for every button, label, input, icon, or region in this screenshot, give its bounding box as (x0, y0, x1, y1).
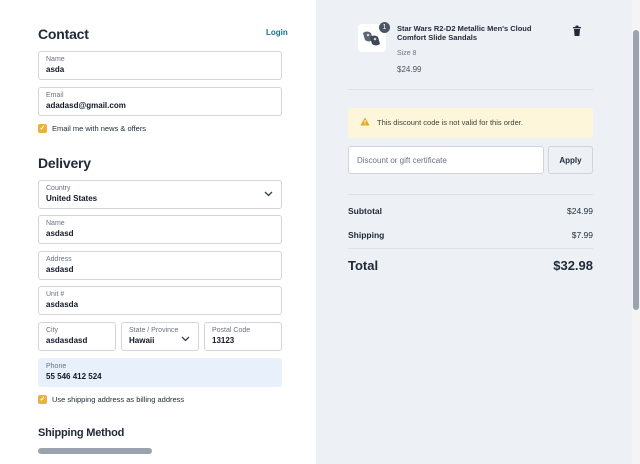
shipping-label: Shipping (348, 230, 385, 240)
trash-icon[interactable] (571, 24, 583, 36)
field-value: United States (46, 194, 98, 203)
phone-field[interactable]: Phone 55 546 412 524 (38, 358, 282, 387)
contact-name-field[interactable]: Name asda (38, 51, 282, 80)
billing-same-checkbox[interactable]: ✓ (38, 395, 47, 404)
field-value: 55 546 412 524 (46, 372, 102, 381)
total-label: Total (348, 258, 379, 273)
field-label: Phone (46, 363, 67, 370)
delivery-heading: Delivery (38, 155, 91, 171)
chevron-down-icon (264, 189, 273, 199)
field-value: 13123 (212, 336, 235, 345)
field-value: asdasdasd (46, 336, 88, 345)
field-value: asdasd (46, 265, 74, 274)
page-scrollbar[interactable] (632, 0, 640, 464)
field-value: adadasd@gmail.com (46, 101, 126, 110)
login-link[interactable]: Login (266, 28, 288, 37)
field-label: Unit # (46, 291, 65, 298)
alert-message: This discount code is not valid for this… (377, 118, 523, 127)
check-icon: ✓ (39, 125, 46, 132)
field-label: Email (46, 92, 64, 99)
product-title: Star Wars R2-D2 Metallic Men's Cloud Com… (397, 24, 532, 42)
newsletter-label: Email me with news & offers (52, 124, 147, 133)
check-icon: ✓ (39, 396, 46, 403)
shipping-method-heading: Shipping Method (38, 427, 125, 439)
delivery-name-field[interactable]: Name asdasd (38, 215, 282, 244)
billing-same-label: Use shipping address as billing address (52, 395, 185, 404)
warning-icon (360, 117, 370, 128)
contact-heading: Contact (38, 26, 89, 42)
discount-error-alert: This discount code is not valid for this… (348, 108, 593, 138)
total-value: $32.98 (553, 258, 593, 273)
field-label: Name (46, 220, 65, 227)
shipping-method-loading-bar (38, 448, 152, 454)
unit-field[interactable]: Unit # asdasda (38, 286, 282, 315)
quantity-badge: 1 (379, 22, 390, 33)
city-field[interactable]: City asdasdasd (38, 322, 116, 351)
field-label: City (46, 327, 59, 334)
discount-field[interactable] (348, 146, 544, 174)
shipping-value: $7.99 (571, 230, 593, 240)
field-value: asdasda (46, 300, 79, 309)
subtotal-value: $24.99 (567, 206, 593, 216)
field-label: Postal Code (212, 327, 251, 334)
field-label: Name (46, 56, 65, 63)
country-select[interactable]: Country United States (38, 180, 282, 209)
field-value: asda (46, 65, 65, 74)
apply-discount-button[interactable]: Apply (548, 146, 593, 174)
field-label: Address (46, 256, 72, 263)
chevron-down-icon (181, 334, 190, 344)
address-field[interactable]: Address asdasd (38, 251, 282, 280)
divider (348, 89, 593, 90)
divider (348, 194, 593, 195)
field-value: asdasd (46, 229, 74, 238)
field-label: Country (46, 185, 71, 192)
postal-code-field[interactable]: Postal Code 13123 (204, 322, 282, 351)
divider (348, 248, 593, 249)
subtotal-label: Subtotal (348, 206, 382, 216)
email-field[interactable]: Email adadasd@gmail.com (38, 87, 282, 116)
discount-input[interactable] (349, 147, 543, 173)
scrollbar-thumb[interactable] (633, 30, 639, 310)
newsletter-checkbox[interactable]: ✓ (38, 124, 47, 133)
product-price: $24.99 (397, 65, 422, 74)
state-select[interactable]: State / Province Hawaii (121, 322, 199, 351)
product-size: Size 8 (397, 50, 417, 57)
